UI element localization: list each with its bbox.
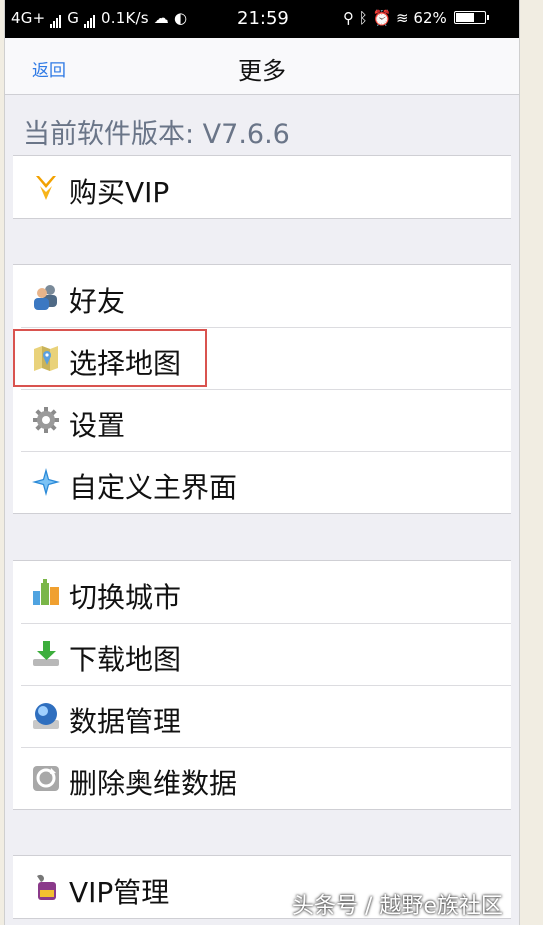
menu-group-data: 切换城市 下载地图 数据管理 删除奥维数据 bbox=[13, 560, 511, 810]
menu-item-label: 自定义主界面 bbox=[69, 471, 238, 504]
download-icon bbox=[31, 639, 61, 669]
status-bar: 4G+ G 0.1K/s ☁ ◐ 21:59 ⚲ ᛒ ⏰ ≋ 62% bbox=[5, 0, 519, 38]
menu-item-label: 删除奥维数据 bbox=[69, 767, 238, 800]
network-g-label: G bbox=[67, 9, 80, 27]
signal-strength-2-icon bbox=[84, 10, 96, 28]
menu-item-label: 好友 bbox=[69, 285, 126, 318]
menu-item-label: 下载地图 bbox=[69, 643, 182, 676]
battery-percent: 62% bbox=[413, 9, 447, 27]
network-speed: 0.1K/s bbox=[101, 9, 149, 27]
network-4g-label: 4G+ bbox=[11, 9, 46, 27]
database-icon bbox=[31, 701, 61, 731]
menu-item-customize-home[interactable]: 自定义主界面 bbox=[13, 451, 511, 513]
battery-icon bbox=[453, 11, 489, 24]
status-right: ⚲ ᛒ ⏰ ≋ 62% bbox=[343, 9, 489, 27]
compass-star-icon bbox=[31, 467, 61, 497]
software-version-label: 当前软件版本: V7.6.6 bbox=[23, 119, 290, 150]
nav-bar: 返回 更多 bbox=[5, 38, 519, 95]
signal-strength-icon bbox=[50, 10, 62, 28]
phone-screen: 4G+ G 0.1K/s ☁ ◐ 21:59 ⚲ ᛒ ⏰ ≋ 62% 返回 更多… bbox=[4, 0, 520, 925]
menu-item-buy-vip[interactable]: 购买VIP bbox=[13, 156, 511, 218]
wifi-icon: ≋ bbox=[396, 9, 409, 27]
menu-item-label: VIP管理 bbox=[69, 876, 170, 909]
city-buildings-icon bbox=[31, 577, 61, 607]
moon-icon: ◐ bbox=[173, 9, 188, 27]
vip-manage-icon bbox=[31, 872, 61, 902]
gear-icon bbox=[31, 405, 61, 435]
watermark: 头条号 / 越野e族社区 bbox=[292, 894, 503, 919]
alarm-icon: ⏰ bbox=[372, 9, 392, 27]
menu-item-label: 数据管理 bbox=[69, 705, 182, 738]
friends-icon bbox=[31, 281, 61, 311]
status-left: 4G+ G 0.1K/s ☁ ◐ bbox=[11, 9, 187, 28]
menu-item-label: 设置 bbox=[69, 409, 126, 442]
status-time: 21:59 bbox=[237, 8, 289, 29]
menu-item-label: 选择地图 bbox=[69, 347, 182, 380]
page-title: 更多 bbox=[238, 57, 286, 85]
menu-item-select-map[interactable]: 选择地图 bbox=[13, 327, 511, 389]
cloud-icon: ☁ bbox=[153, 9, 169, 27]
bluetooth-icon: ᛒ bbox=[358, 9, 368, 27]
menu-item-delete-data[interactable]: 删除奥维数据 bbox=[13, 747, 511, 809]
menu-group-vip: 购买VIP bbox=[13, 155, 511, 219]
menu-item-switch-city[interactable]: 切换城市 bbox=[13, 561, 511, 623]
menu-item-label: 购买VIP bbox=[69, 176, 170, 209]
map-select-icon bbox=[31, 343, 61, 373]
menu-item-label: 切换城市 bbox=[69, 581, 182, 614]
menu-item-settings[interactable]: 设置 bbox=[13, 389, 511, 451]
menu-group-main: 好友 选择地图 设置 自定义主界面 bbox=[13, 264, 511, 514]
vip-diamond-icon bbox=[31, 172, 61, 202]
menu-item-friends[interactable]: 好友 bbox=[13, 265, 511, 327]
delete-data-icon bbox=[31, 763, 61, 793]
menu-item-download-map[interactable]: 下载地图 bbox=[13, 623, 511, 685]
location-icon: ⚲ bbox=[343, 9, 354, 27]
menu-item-data-management[interactable]: 数据管理 bbox=[13, 685, 511, 747]
